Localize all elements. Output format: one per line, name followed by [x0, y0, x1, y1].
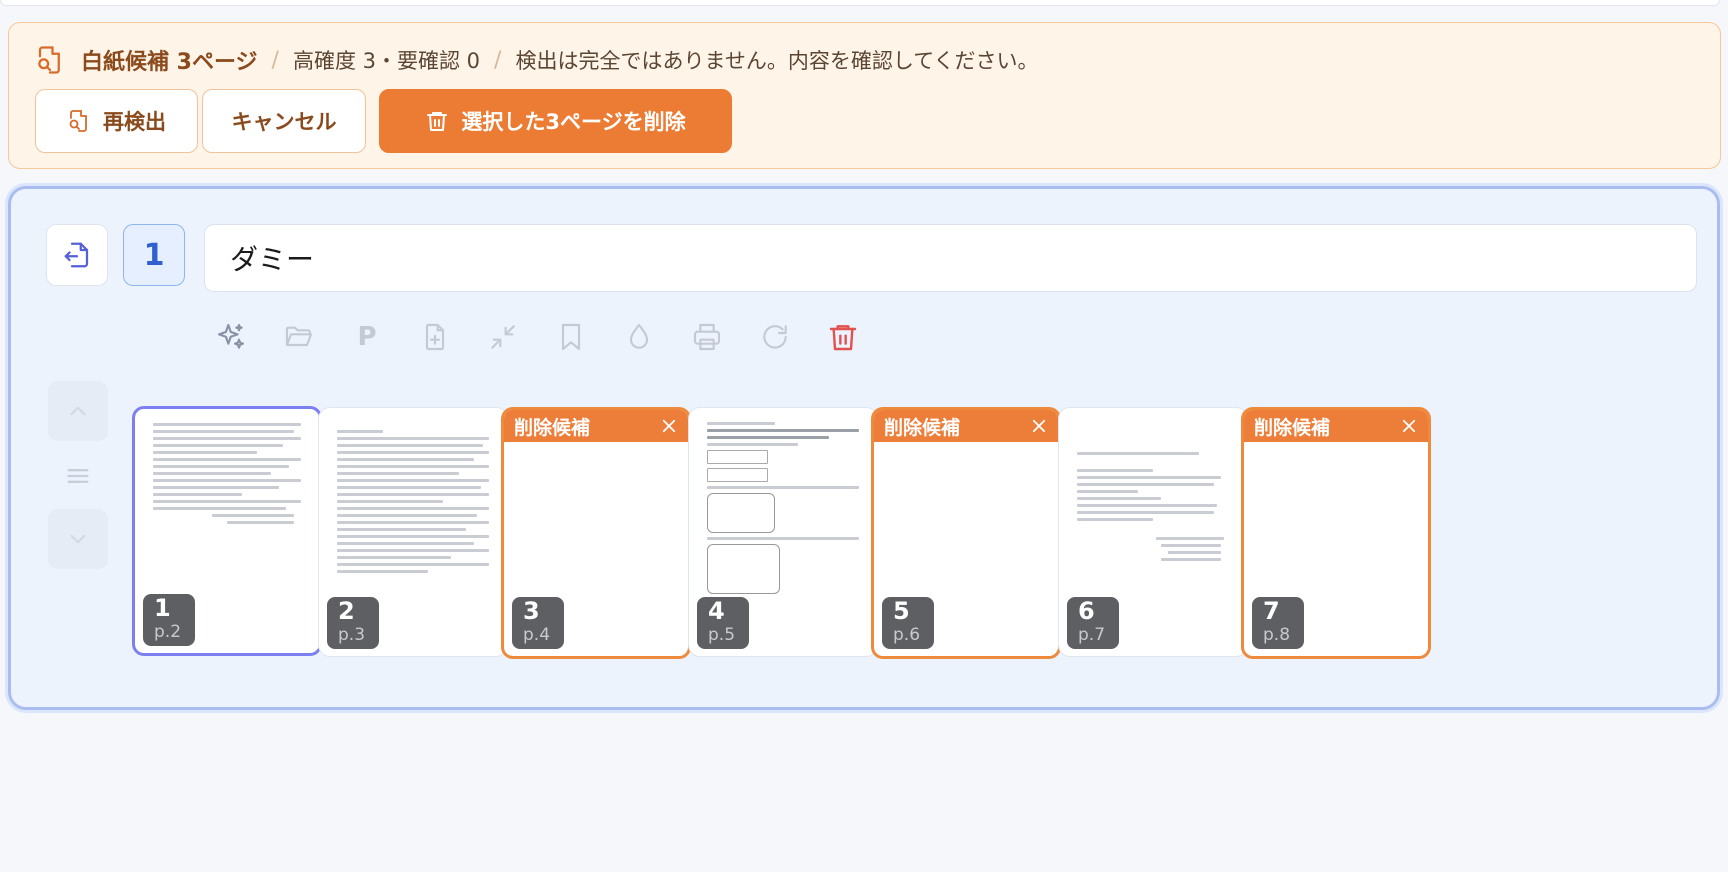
rotate-button[interactable] — [755, 317, 795, 357]
banner-separator: / — [271, 47, 279, 73]
page-number-tag: 4 p.5 — [697, 597, 749, 649]
page-thumbnail-2[interactable]: 2 p.3 — [318, 407, 508, 657]
document-card: 1 ダミー P 1 p.2 2 p.3 削除候補 3 p.4 4 p.5 削除候… — [8, 186, 1720, 710]
page-text-preview — [1077, 452, 1229, 565]
delete-document-button[interactable] — [823, 317, 863, 357]
page-number-tag: 2 p.3 — [327, 597, 379, 649]
page-order: 7 — [1263, 597, 1280, 625]
banner-title: 白紙候補 3ページ — [81, 50, 258, 75]
move-up-button[interactable] — [48, 381, 108, 441]
page-number-tag: 7 p.8 — [1252, 597, 1304, 649]
delete-candidate-label: 削除候補 — [1254, 416, 1331, 439]
page-label: p.3 — [338, 625, 366, 645]
page-label: p.4 — [523, 625, 551, 645]
export-button[interactable] — [46, 224, 108, 286]
close-icon[interactable] — [660, 417, 678, 435]
page-label: p.5 — [708, 625, 736, 645]
page-toolbar: P — [211, 317, 891, 357]
page-text-preview — [707, 422, 859, 598]
page-order: 2 — [338, 597, 355, 625]
page-order: 4 — [708, 597, 725, 625]
chevron-down-icon — [70, 534, 86, 544]
page-label: p.2 — [154, 622, 182, 642]
banner-notice: 検出は完全ではありません。内容を確認してください。 — [515, 49, 1039, 73]
delete-candidate-label: 削除候補 — [884, 416, 961, 439]
delete-selected-button[interactable]: 選択した3ページを削除 — [379, 89, 732, 153]
page-order: 5 — [893, 597, 910, 625]
delete-candidate-bar: 削除候補 — [1244, 410, 1428, 442]
page-thumbnail-1[interactable]: 1 p.2 — [132, 406, 322, 656]
delete-selected-label: 選択した3ページを削除 — [461, 110, 686, 134]
page-text-preview — [337, 430, 489, 577]
close-icon[interactable] — [1030, 417, 1048, 435]
rotate-icon — [763, 325, 787, 349]
close-icon[interactable] — [1400, 417, 1418, 435]
chevron-up-icon — [70, 406, 86, 416]
watermark-button[interactable] — [619, 317, 659, 357]
trash-icon — [829, 325, 857, 351]
page-order: 3 — [523, 597, 540, 625]
blank-page-banner: 白紙候補 3ページ / 高確度 3・要確認 0 / 検出は完全ではありません。内… — [8, 22, 1721, 169]
document-name-input[interactable]: ダミー — [204, 224, 1697, 292]
banner-separator: / — [494, 47, 502, 73]
page-order: 6 — [1078, 597, 1095, 625]
page-label: p.6 — [893, 625, 921, 645]
file-search-icon — [69, 110, 87, 132]
compress-button[interactable] — [483, 317, 523, 357]
page-thumbnail-3[interactable]: 削除候補 3 p.4 — [501, 407, 691, 659]
page-thumbnail-5[interactable]: 削除候補 5 p.6 — [871, 407, 1061, 659]
previous-card-edge — [0, 0, 1720, 6]
cancel-button[interactable]: キャンセル — [202, 89, 366, 153]
move-down-button[interactable] — [48, 509, 108, 569]
banner-summary: 白紙候補 3ページ / 高確度 3・要確認 0 / 検出は完全ではありません。内… — [35, 41, 1039, 79]
page-thumbnail-7[interactable]: 削除候補 7 p.8 — [1241, 407, 1431, 659]
folder-icon — [285, 326, 313, 347]
page-thumbnail-4[interactable]: 4 p.5 — [688, 407, 878, 657]
page-text-preview — [153, 423, 301, 528]
compress-icon — [491, 325, 515, 349]
drag-handle-icon — [67, 469, 89, 483]
printer-icon — [693, 323, 721, 351]
redetect-label: 再検出 — [103, 110, 166, 134]
file-search-icon — [38, 46, 60, 74]
page-number-button[interactable]: P — [347, 317, 387, 357]
bookmark-icon — [561, 323, 581, 351]
ai-sparkle-button[interactable] — [211, 317, 251, 357]
drag-handle[interactable] — [48, 446, 108, 506]
print-button[interactable] — [687, 317, 727, 357]
droplet-icon — [629, 323, 649, 349]
file-plus-icon — [425, 323, 445, 351]
delete-candidate-bar: 削除候補 — [874, 410, 1058, 442]
document-index-badge: 1 — [123, 224, 185, 286]
trash-icon — [427, 112, 448, 131]
page-number-tag: 3 p.4 — [512, 597, 564, 649]
open-folder-button[interactable] — [279, 317, 319, 357]
sparkle-icon — [217, 323, 245, 349]
page-number-tag: 6 p.7 — [1067, 597, 1119, 649]
page-thumbnail-6[interactable]: 6 p.7 — [1058, 407, 1248, 657]
page-number-tag: 5 p.6 — [882, 597, 934, 649]
page-order: 1 — [154, 594, 171, 622]
redetect-button[interactable]: 再検出 — [35, 89, 198, 153]
delete-candidate-label: 削除候補 — [514, 416, 591, 439]
page-number-tag: 1 p.2 — [143, 594, 195, 646]
cancel-label: キャンセル — [231, 110, 337, 134]
delete-candidate-bar: 削除候補 — [504, 410, 688, 442]
insert-page-button[interactable] — [415, 317, 455, 357]
page-label: p.8 — [1263, 625, 1291, 645]
file-export-icon — [64, 242, 89, 268]
bookmark-button[interactable] — [551, 317, 591, 357]
page-label: p.7 — [1078, 625, 1106, 645]
banner-confidence: 高確度 3・要確認 0 — [292, 49, 481, 73]
